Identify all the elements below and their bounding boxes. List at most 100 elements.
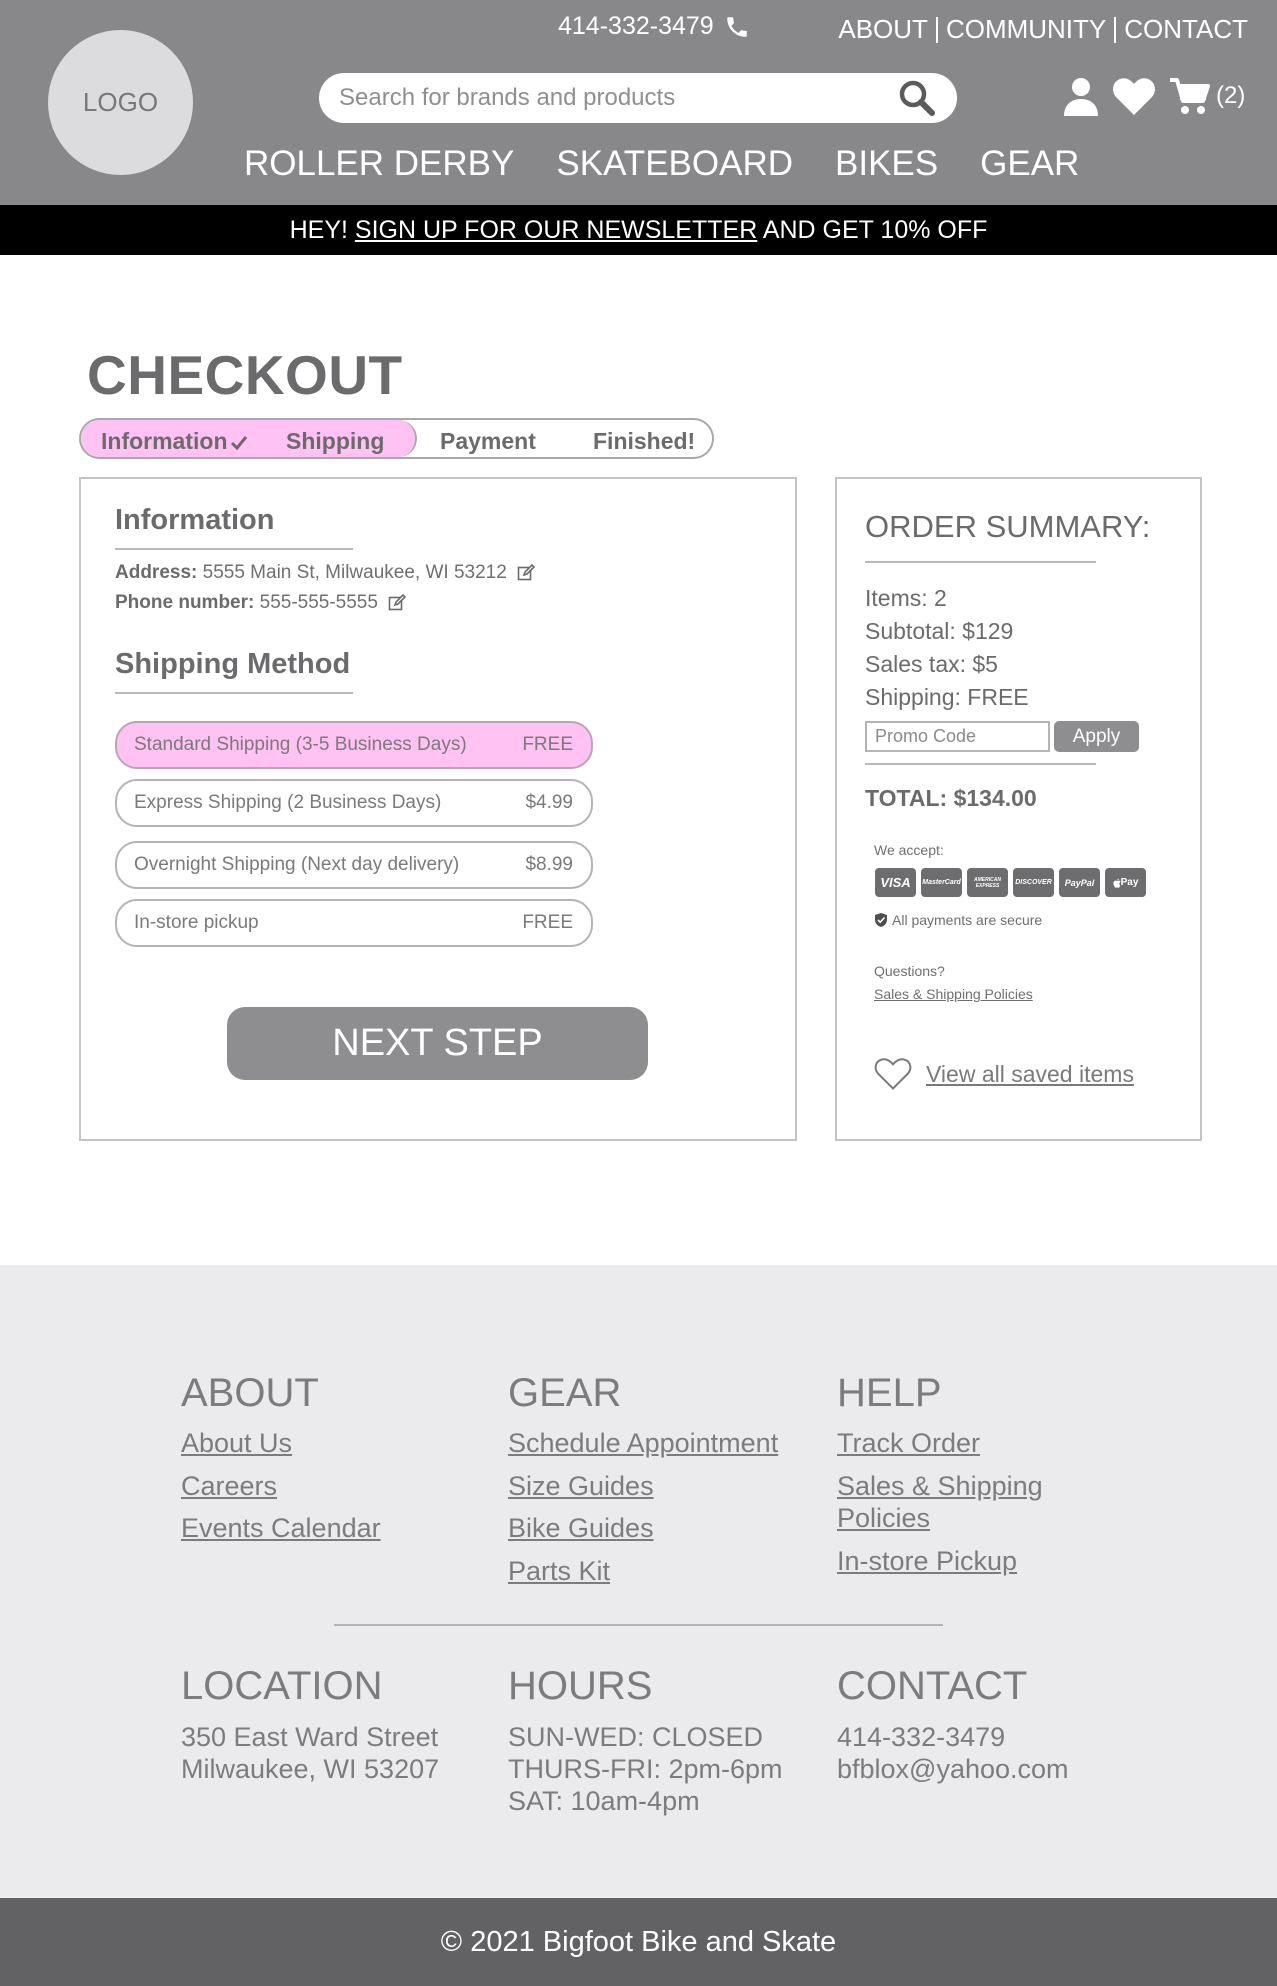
divider <box>115 548 353 550</box>
top-link-community[interactable]: COMMUNITY <box>946 14 1106 45</box>
divider <box>115 692 353 694</box>
address-value: 5555 Main St, Milwaukee, WI 53212 <box>197 562 507 583</box>
promo-prefix: HEY! <box>289 215 355 244</box>
shipping-option-price: $4.99 <box>525 792 573 813</box>
apple-pay-icon: Pay <box>1105 868 1146 897</box>
header-phone[interactable]: 414-332-3479 <box>558 12 750 41</box>
shipping-option-instore[interactable]: In-store pickup FREE <box>115 899 593 947</box>
phone-row: Phone number: 555-555-5555 <box>115 592 406 614</box>
divider <box>865 561 1096 563</box>
nav-skateboard[interactable]: SKATEBOARD <box>556 144 793 184</box>
step-information-label: Information <box>101 428 228 454</box>
secure-note: All payments are secure <box>874 912 1042 928</box>
shipping-option-price: FREE <box>522 912 573 933</box>
footer-link-sales-shipping[interactable]: Sales & Shipping <box>837 1470 1043 1502</box>
shipping-option-label: Overnight Shipping (Next day delivery) <box>134 854 460 875</box>
promo-suffix: AND GET 10% OFF <box>757 215 988 244</box>
footer-hours-line: SAT: 10am-4pm <box>508 1786 700 1816</box>
phone-label: Phone number: <box>115 592 255 613</box>
footer-link-careers[interactable]: Careers <box>181 1470 277 1502</box>
checkout-progress: Information Shipping Payment Finished! <box>79 418 714 459</box>
summary-items: Items: 2 <box>865 585 947 611</box>
footer-help-heading: HELP <box>837 1371 942 1415</box>
heart-icon[interactable] <box>1112 76 1156 116</box>
footer-hours-heading: HOURS <box>508 1664 653 1708</box>
saved-items-link[interactable]: View all saved items <box>874 1057 1134 1091</box>
site-header: LOGO 414-332-3479 ABOUT COMMUNITY CONTAC… <box>0 0 1277 205</box>
search-input[interactable] <box>339 84 897 112</box>
footer-link-bike-guides[interactable]: Bike Guides <box>508 1512 654 1544</box>
payment-cards: VISA MasterCard AMERICAN EXPRESS DISCOVE… <box>875 868 1146 897</box>
footer-address-line: 350 East Ward Street <box>181 1722 439 1752</box>
footer-link-track-order[interactable]: Track Order <box>837 1427 980 1459</box>
footer-hours-line: SUN-WED: CLOSED <box>508 1722 764 1752</box>
footer-contact-heading: CONTACT <box>837 1664 1028 1708</box>
information-heading: Information <box>115 504 275 536</box>
address-label: Address: <box>115 562 198 583</box>
footer-link-size-guides[interactable]: Size Guides <box>508 1470 654 1502</box>
discover-card-icon: DISCOVER <box>1013 868 1054 897</box>
search-bar <box>319 73 957 123</box>
shipping-option-label: Express Shipping (2 Business Days) <box>134 792 442 813</box>
footer-link-parts-kit[interactable]: Parts Kit <box>508 1555 610 1587</box>
step-finished[interactable]: Finished! <box>593 428 695 455</box>
shipping-option-label: Standard Shipping (3-5 Business Days) <box>134 734 467 755</box>
phone-value: 555-555-5555 <box>254 592 378 613</box>
step-information[interactable]: Information <box>101 428 248 455</box>
shipping-option-overnight[interactable]: Overnight Shipping (Next day delivery) $… <box>115 841 593 889</box>
order-summary-title: ORDER SUMMARY: <box>865 509 1151 544</box>
heart-outline-icon <box>874 1058 912 1090</box>
apply-promo-button[interactable]: Apply <box>1054 721 1139 752</box>
footer-link-instore-pickup[interactable]: In-store Pickup <box>837 1545 1017 1577</box>
shipping-option-label: In-store pickup <box>134 912 259 933</box>
apple-icon <box>1112 878 1121 888</box>
footer-contact-email[interactable]: bfblox@yahoo.com <box>837 1753 1069 1785</box>
policies-link[interactable]: Sales & Shipping Policies <box>874 986 1033 1002</box>
edit-icon[interactable] <box>517 564 535 582</box>
promo-banner: HEY! SIGN UP FOR OUR NEWSLETTER AND GET … <box>0 205 1277 255</box>
newsletter-link[interactable]: SIGN UP FOR OUR NEWSLETTER <box>355 216 757 245</box>
amex-card-icon: AMERICAN EXPRESS <box>967 868 1008 897</box>
shipping-method-heading: Shipping Method <box>115 648 351 680</box>
page-title: CHECKOUT <box>87 344 403 406</box>
promo-code-input[interactable] <box>865 721 1050 752</box>
divider <box>865 763 1096 765</box>
check-icon <box>230 435 247 451</box>
search-icon[interactable] <box>897 78 937 118</box>
divider <box>1114 16 1117 43</box>
shipping-option-price: $8.99 <box>525 854 573 875</box>
footer-link-policies[interactable]: Policies <box>837 1502 930 1534</box>
header-phone-number: 414-332-3479 <box>558 12 714 40</box>
footer-link-schedule[interactable]: Schedule Appointment <box>508 1427 778 1459</box>
step-shipping[interactable]: Shipping <box>286 428 384 455</box>
logo[interactable]: LOGO <box>48 30 193 175</box>
footer-link-events[interactable]: Events Calendar <box>181 1512 381 1544</box>
shipping-option-standard[interactable]: Standard Shipping (3-5 Business Days) FR… <box>115 721 593 769</box>
footer-gear-heading: GEAR <box>508 1371 622 1415</box>
accept-label: We accept: <box>874 842 944 858</box>
divider <box>935 16 938 43</box>
cart-count: (2) <box>1216 82 1246 109</box>
paypal-icon: PayPal <box>1059 868 1100 897</box>
copyright-text: © 2021 Bigfoot Bike and Skate <box>440 1925 837 1958</box>
footer-contact-phone[interactable]: 414-332-3479 <box>837 1721 1005 1753</box>
user-icons: (2) <box>1062 76 1245 116</box>
top-link-contact[interactable]: CONTACT <box>1124 14 1248 45</box>
user-icon[interactable] <box>1062 76 1100 116</box>
next-step-button[interactable]: NEXT STEP <box>227 1007 648 1080</box>
footer-address-line: Milwaukee, WI 53207 <box>181 1754 440 1784</box>
address-row: Address: 5555 Main St, Milwaukee, WI 532… <box>115 562 535 584</box>
logo-text: LOGO <box>82 87 159 117</box>
nav-roller-derby[interactable]: ROLLER DERBY <box>244 144 514 184</box>
footer-link-about-us[interactable]: About Us <box>181 1427 292 1459</box>
cart-icon[interactable] <box>1168 76 1210 116</box>
edit-icon[interactable] <box>388 594 406 612</box>
step-payment[interactable]: Payment <box>440 428 536 455</box>
top-link-about[interactable]: ABOUT <box>838 14 928 45</box>
footer-hours-line: THURS-FRI: 2pm-6pm <box>508 1754 783 1784</box>
nav-gear[interactable]: GEAR <box>980 144 1079 184</box>
nav-bikes[interactable]: BIKES <box>835 144 938 184</box>
summary-shipping: Shipping: FREE <box>865 684 1029 710</box>
shipping-option-express[interactable]: Express Shipping (2 Business Days) $4.99 <box>115 779 593 827</box>
order-total: TOTAL: $134.00 <box>865 785 1037 811</box>
